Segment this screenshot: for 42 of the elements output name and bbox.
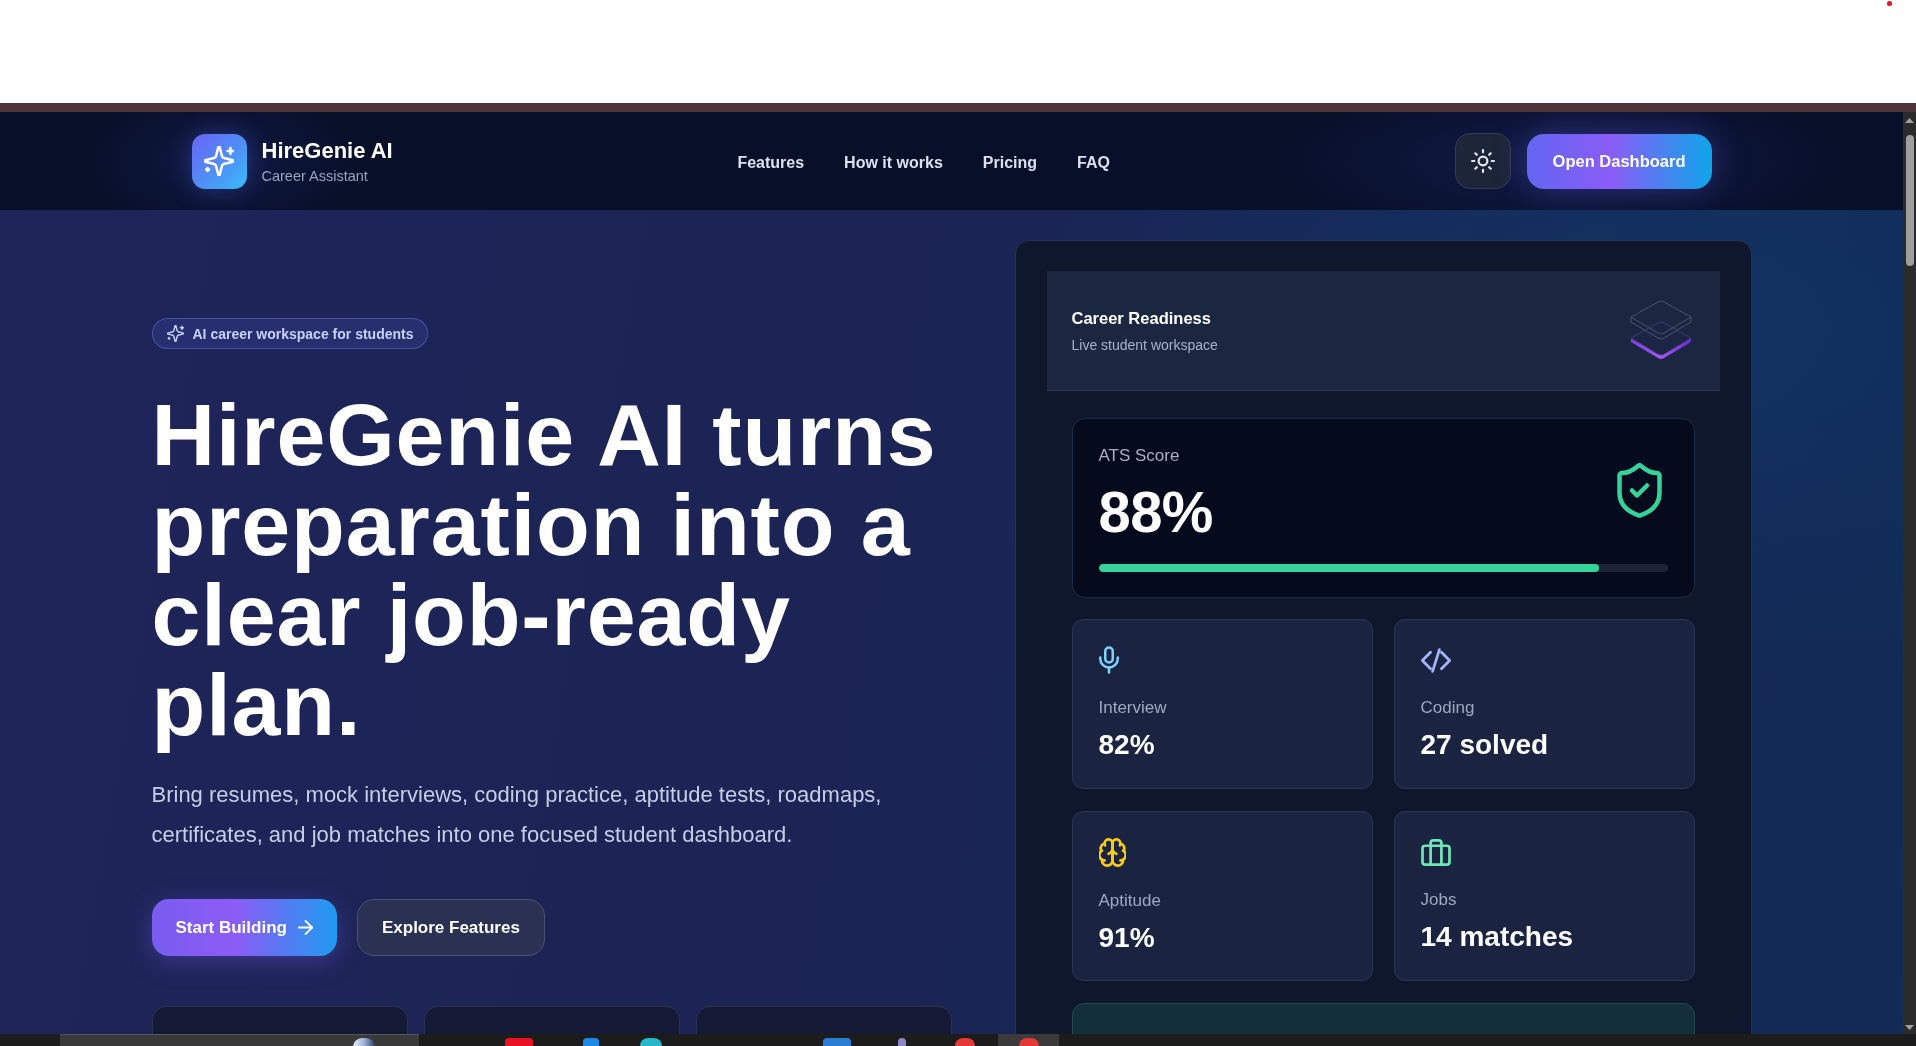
explore-features-button[interactable]: Explore Features [356,899,545,956]
globe-icon [353,1038,375,1046]
panel-subtitle: Live student workspace [1071,335,1218,354]
stat-value: 82% [1098,728,1155,762]
scrollbar[interactable] [1903,112,1916,1034]
stat-label: Coding [1420,697,1475,719]
brand-tagline: Career Assistant [261,166,369,185]
stat-value: 14 matches [1420,920,1574,954]
stat-label: Aptitude [1098,890,1161,912]
stat-label: Jobs [1420,889,1457,911]
taskbar-app-icon[interactable] [640,1038,662,1046]
stat-value: 27 solved [1420,728,1549,762]
scroll-up-icon[interactable] [1905,118,1914,123]
start-building-button[interactable]: Start Building [151,899,337,956]
taskbar-app-icon[interactable] [583,1038,599,1046]
sparkles-icon [166,325,184,342]
nav-link[interactable]: How it works [844,153,943,172]
taskbar-search-field[interactable] [60,1034,419,1046]
taskbar-app-icon [1018,1038,1039,1046]
shield-check-icon [1616,463,1662,518]
taskbar-app-icon[interactable] [898,1038,906,1046]
brand-name: HireGenie AI [261,137,393,164]
hero-description: Bring resumes, mock interviews, coding practice, aptitude tests, roadmaps, certificates, and job matches into one focused student dashboard. [151,781,883,849]
stat-value: 91% [1098,921,1155,955]
logo-icon[interactable] [191,133,247,189]
taskbar-app-icon[interactable] [955,1038,975,1046]
theme-toggle-button[interactable] [1454,133,1511,189]
ats-score-label: ATS Score [1098,445,1181,467]
sun-icon [1470,149,1495,173]
arrow-right-icon [297,920,313,935]
ats-score-value: 88% [1098,482,1213,542]
nav-link[interactable]: Features [737,153,805,172]
nav-link[interactable]: FAQ [1077,153,1110,172]
scroll-thumb[interactable] [1905,135,1914,266]
panel-title: Career Readiness [1071,307,1212,329]
taskbar-app-button[interactable] [998,1034,1059,1046]
nav-link[interactable]: Pricing [982,153,1037,172]
scroll-down-icon[interactable] [1905,1025,1914,1030]
notification-dot-icon [1887,1,1892,6]
open-dashboard-button[interactable]: Open Dashboard [1526,133,1712,189]
badge-text: AI career workspace for students [192,325,414,342]
stat-label: Interview [1098,697,1167,719]
